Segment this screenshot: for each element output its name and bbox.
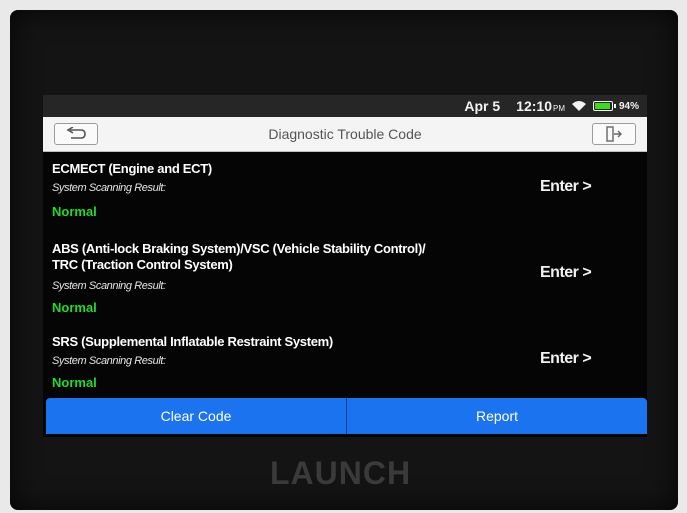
system-list: ECMECT (Engine and ECT) System Scanning … (43, 152, 647, 398)
system-name-line: ABS (Anti-lock Braking System)/VSC (Vehi… (52, 241, 426, 256)
exit-button[interactable] (592, 123, 636, 145)
bottom-action-bar: Clear Code Report (46, 398, 647, 434)
system-name: SRS (Supplemental Inflatable Restraint S… (52, 334, 522, 350)
scan-result-label: System Scanning Result: (52, 182, 166, 194)
status-date: Apr 5 (464, 98, 501, 114)
scan-result-label: System Scanning Result: (52, 280, 166, 292)
system-row-ecmect[interactable]: ECMECT (Engine and ECT) System Scanning … (43, 152, 647, 232)
battery-level (594, 103, 610, 109)
enter-button[interactable]: Enter > (540, 178, 592, 196)
scan-result-label: System Scanning Result: (52, 355, 166, 367)
scan-result-status: Normal (52, 300, 97, 315)
status-time: 12:10 (516, 98, 552, 114)
system-name-line: SRS (Supplemental Inflatable Restraint S… (52, 334, 333, 349)
system-name-line: TRC (Traction Control System) (52, 257, 233, 272)
brand-logo: LAUNCH (270, 455, 412, 491)
screen: Apr 5 12:10PM 94% Diagnostic Trouble Cod… (43, 95, 647, 437)
system-name: ECMECT (Engine and ECT) (52, 161, 522, 177)
enter-button[interactable]: Enter > (540, 264, 592, 282)
status-bar: Apr 5 12:10PM 94% (43, 95, 647, 117)
system-row-srs[interactable]: SRS (Supplemental Inflatable Restraint S… (43, 326, 647, 398)
system-row-abs[interactable]: ABS (Anti-lock Braking System)/VSC (Vehi… (43, 232, 647, 326)
scan-result-status: Normal (52, 375, 97, 390)
enter-button[interactable]: Enter > (540, 350, 592, 368)
battery-percent: 94% (618, 100, 639, 112)
battery-icon (592, 101, 616, 111)
title-bar: Diagnostic Trouble Code (43, 117, 647, 152)
report-button[interactable]: Report (347, 398, 647, 434)
status-time-group: 12:10PM (516, 98, 565, 114)
system-name-line: ECMECT (Engine and ECT) (52, 161, 212, 176)
scan-result-status: Normal (52, 204, 97, 219)
exit-icon (606, 126, 622, 142)
clear-code-button[interactable]: Clear Code (46, 398, 347, 434)
page-title: Diagnostic Trouble Code (268, 126, 422, 142)
system-name: ABS (Anti-lock Braking System)/VSC (Vehi… (52, 241, 522, 273)
status-ampm: PM (552, 104, 565, 113)
wifi-icon (571, 101, 586, 111)
